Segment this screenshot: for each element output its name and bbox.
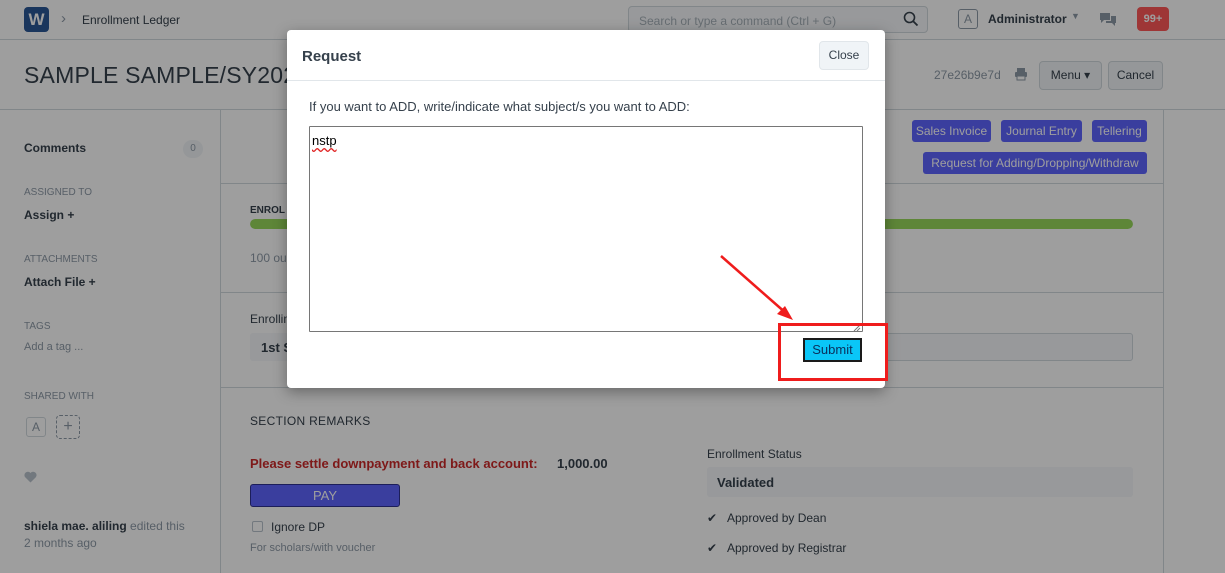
textarea-value: nstp <box>312 133 337 148</box>
dialog-header-divider <box>287 80 885 81</box>
highlight-box <box>778 323 888 381</box>
close-button[interactable]: Close <box>819 41 869 70</box>
add-subjects-prompt: If you want to ADD, write/indicate what … <box>309 99 690 114</box>
pointer-arrow-icon <box>715 250 797 327</box>
dialog-title: Request <box>302 48 362 65</box>
